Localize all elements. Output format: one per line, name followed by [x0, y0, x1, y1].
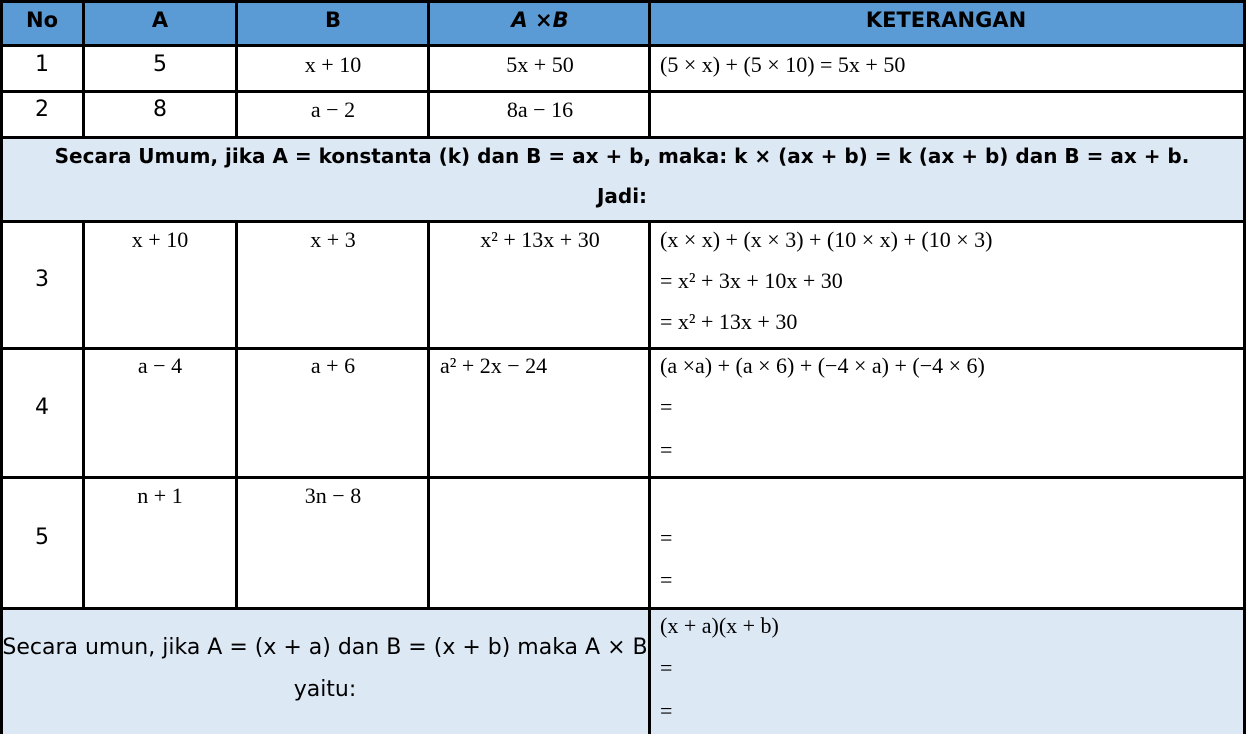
grid-line — [0, 90, 1246, 93]
header-axb: A ×B — [511, 8, 569, 32]
grid-line — [648, 221, 651, 734]
row-1-ket-line: (5 × x) + (5 × 10) = 5x + 50 — [660, 52, 906, 77]
grid-line — [427, 0, 430, 137]
row-5-b: 3n − 8 — [304, 483, 362, 508]
row-5-no: 5 — [35, 525, 49, 550]
row-1-axb: 5x + 50 — [506, 52, 574, 77]
grid-line — [0, 607, 1246, 610]
row-5-ket-line: = — [660, 567, 673, 592]
row-4-a: a − 4 — [137, 353, 183, 378]
grid-line — [235, 221, 238, 609]
general-2-right-line: (x + a)(x + b) — [660, 613, 779, 638]
general-1-line1: Secara Umum, jika A = konstanta (k) dan … — [54, 144, 1190, 168]
grid-line — [235, 0, 238, 137]
row-4-ket-line: (a ×a) + (a × 6) + (−4 × a) + (−4 × 6) — [660, 353, 985, 378]
grid-line — [427, 221, 430, 609]
row-3-b: x + 3 — [310, 227, 356, 252]
row-3-ket-line: = x² + 3x + 10x + 30 — [660, 268, 843, 293]
row-4-b: a + 6 — [310, 353, 356, 378]
general-section-2-bg — [0, 609, 1246, 734]
general-2-left-line1: Secara umun, jika A = (x + a) dan B = (x… — [2, 635, 648, 660]
row-1-a: 5 — [153, 52, 167, 77]
row-3-ket-line: (x × x) + (x × 3) + (10 × x) + (10 × 3) — [660, 227, 993, 252]
row-1-b: x + 10 — [304, 52, 362, 77]
grid-line — [0, 136, 1246, 139]
header-a: A — [151, 8, 169, 32]
row-3-a: x + 10 — [131, 227, 189, 252]
row-4-axb: a² + 2x − 24 — [440, 353, 548, 378]
grid-line — [0, 0, 3, 734]
grid-line — [1243, 0, 1246, 734]
row-3-ket-line: = x² + 13x + 30 — [660, 309, 798, 334]
grid-line — [648, 0, 651, 137]
row-5-a: n + 1 — [137, 483, 183, 508]
row-4-ket-line: = — [660, 394, 673, 419]
row-2-no: 2 — [35, 97, 49, 122]
grid-line — [82, 221, 85, 609]
row-4-no: 4 — [35, 395, 49, 420]
grid-line — [0, 347, 1246, 350]
row-1-no: 1 — [35, 52, 49, 77]
row-2-a: 8 — [153, 97, 167, 122]
row-3-no: 3 — [35, 267, 49, 292]
row-3-axb: x² + 13x + 30 — [480, 227, 600, 252]
grid-line — [0, 44, 1246, 47]
row-2-b: a − 2 — [310, 97, 356, 122]
grid-line — [0, 220, 1246, 223]
header-row-bg — [0, 0, 1246, 46]
row-4-ket-line: = — [660, 437, 673, 462]
row-5-ket-line: = — [660, 525, 673, 550]
grid-line — [0, 476, 1246, 479]
general-1-line2: Jadi: — [596, 184, 648, 208]
grid-line — [0, 0, 1246, 3]
general-2-left-line2: yaitu: — [293, 677, 357, 702]
general-2-right-line: = — [660, 698, 673, 723]
header-keterangan: KETERANGAN — [865, 8, 1027, 32]
general-2-right-line: = — [660, 655, 673, 680]
header-no: No — [25, 8, 59, 32]
grid-line — [82, 0, 85, 137]
header-b: B — [324, 8, 342, 32]
row-2-axb: 8a − 16 — [506, 97, 574, 122]
